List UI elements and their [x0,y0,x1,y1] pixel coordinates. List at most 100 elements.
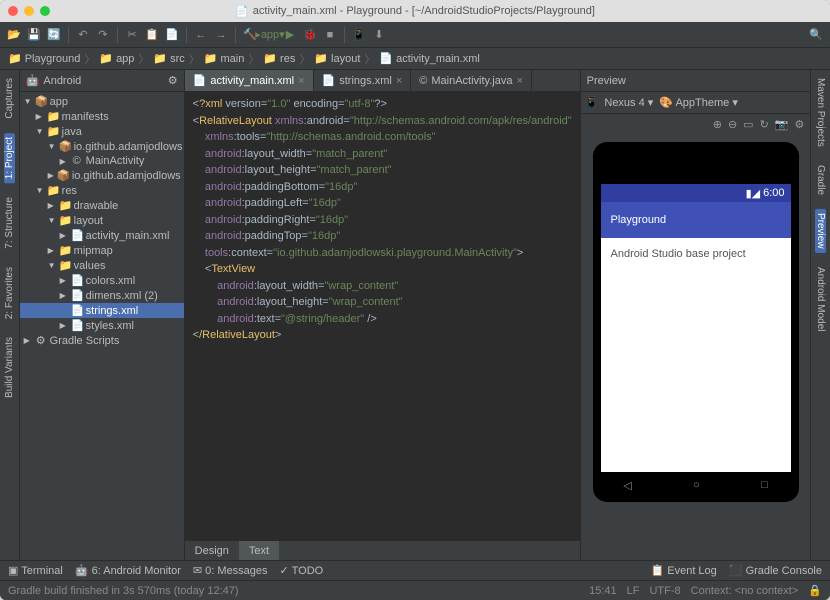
rail-captures[interactable]: Captures [4,74,15,123]
window-title: 📄 activity_main.xml - Playground - [~/An… [235,5,595,18]
breadcrumb-item[interactable]: 📁app [97,52,136,65]
line-ending[interactable]: LF [627,585,640,597]
tree-item[interactable]: ▶📄colors.xml [20,273,184,288]
zoom-fit-icon[interactable]: ▭ [743,118,753,131]
tree-item[interactable]: ▼📦app [20,94,184,109]
cursor-position: 15:41 [589,585,617,597]
status-message: Gradle build finished in 3s 570ms (today… [8,585,239,597]
minimize-window-button[interactable] [24,6,34,16]
search-icon[interactable]: 🔍 [808,27,824,43]
preview-zoom-bar: ⊕ ⊖ ▭ ↻ 📷 ⚙ [581,114,811,134]
settings-icon[interactable]: ⚙ [794,118,804,131]
sync-icon[interactable]: 🔄 [46,27,62,43]
breadcrumb-item[interactable]: 📁src [151,52,186,65]
rail-favorites[interactable]: 2: Favorites [4,263,15,323]
tree-item[interactable]: ▶📁drawable [20,198,184,213]
breadcrumb-item[interactable]: 📁main [202,52,247,65]
lock-icon[interactable]: 🔒 [808,584,822,597]
breadcrumb-item[interactable]: 📁layout [312,52,362,65]
gradle-console-button[interactable]: ⬛ Gradle Console [729,564,822,577]
home-nav-icon: ○ [693,479,700,491]
copy-icon[interactable]: 📋 [144,27,160,43]
tab-mainactivity[interactable]: ©MainActivity.java× [411,70,532,91]
save-icon[interactable]: 💾 [26,27,42,43]
main-area: Captures 1: Project 7: Structure 2: Favo… [0,70,830,560]
rail-maven[interactable]: Maven Projects [815,74,826,151]
tree-item[interactable]: ▼📁values [20,258,184,273]
messages-button[interactable]: ✉ 0: Messages [193,564,268,577]
text-tab[interactable]: Text [239,541,279,560]
rail-project[interactable]: 1: Project [4,133,15,183]
code-editor[interactable]: <?xml version="1.0" encoding="utf-8"?><R… [185,92,580,540]
debug-icon[interactable]: 🐞 [302,27,318,43]
project-panel-header[interactable]: 🤖 Android ⚙ [20,70,184,92]
tree-item[interactable]: ▶📁mipmap [20,243,184,258]
open-icon[interactable]: 📂 [6,27,22,43]
main-toolbar: 📂 💾 🔄 ↶ ↷ ✂ 📋 📄 ← → 🔨 ▸app▾ ▶ 🐞 ■ 📱 ⬇ 🔍 [0,22,830,48]
cut-icon[interactable]: ✂ [124,27,140,43]
preview-body: ▮◢ 6:00 Playground Android Studio base p… [581,134,811,560]
run-config-icon[interactable]: ▸app▾ [262,27,278,43]
tree-item[interactable]: ▶⚙Gradle Scripts [20,333,184,348]
zoom-out-icon[interactable]: ⊖ [728,118,737,131]
tree-item[interactable]: ▶📦io.github.adamjodlows [20,168,184,183]
todo-button[interactable]: ✓ TODO [280,564,324,577]
run-icon[interactable]: ▶ [282,27,298,43]
back-icon[interactable]: ← [193,27,209,43]
screenshot-icon[interactable]: 📷 [775,118,789,131]
editor-area: 📄activity_main.xml× 📄strings.xml× ©MainA… [185,70,580,560]
close-window-button[interactable] [8,6,18,16]
rail-android-model[interactable]: Android Model [815,263,826,335]
tree-item[interactable]: ▶📄styles.xml [20,318,184,333]
gear-icon[interactable]: ⚙ [168,74,178,87]
android-monitor-button[interactable]: 🤖 6: Android Monitor [75,564,181,577]
rail-preview[interactable]: Preview [815,209,826,253]
tree-item[interactable]: ▶©MainActivity [20,154,184,168]
tab-activity-main[interactable]: 📄activity_main.xml× [185,70,314,91]
device-frame: ▮◢ 6:00 Playground Android Studio base p… [593,142,799,502]
file-encoding[interactable]: UTF-8 [649,585,680,597]
theme-selector[interactable]: 🎨 AppTheme ▾ [659,96,738,109]
zoom-in-icon[interactable]: ⊕ [713,118,722,131]
left-tool-rail: Captures 1: Project 7: Structure 2: Favo… [0,70,20,560]
maximize-window-button[interactable] [40,6,50,16]
tree-item[interactable]: ▶📁manifests [20,109,184,124]
phone-content: Android Studio base project [601,238,791,472]
rail-gradle[interactable]: Gradle [815,161,826,199]
tree-item[interactable]: ▼📁layout [20,213,184,228]
project-tree[interactable]: ▼📦app▶📁manifests▼📁java▼📦io.github.adamjo… [20,92,184,560]
rail-build-variants[interactable]: Build Variants [4,333,15,402]
tree-item[interactable]: ▼📁res [20,183,184,198]
tree-item[interactable]: ▶📄dimens.xml (2) [20,288,184,303]
paste-icon[interactable]: 📄 [164,27,180,43]
close-tab-icon[interactable]: × [396,75,402,87]
close-tab-icon[interactable]: × [298,75,304,87]
recent-nav-icon: □ [761,479,768,491]
redo-icon[interactable]: ↷ [95,27,111,43]
status-bar: Gradle build finished in 3s 570ms (today… [0,580,830,600]
android-icon: 🤖 [26,74,40,87]
titlebar: 📄 activity_main.xml - Playground - [~/An… [0,0,830,22]
close-tab-icon[interactable]: × [516,75,522,87]
breadcrumb-item[interactable]: 📁res [261,52,297,65]
refresh-icon[interactable]: ↻ [760,118,769,131]
breadcrumb-item[interactable]: 📁Playground [6,52,82,65]
terminal-button[interactable]: ▣ Terminal [8,564,63,577]
event-log-button[interactable]: 📋 Event Log [650,564,716,577]
rail-structure[interactable]: 7: Structure [4,193,15,253]
tree-item[interactable]: ▼📁java [20,124,184,139]
undo-icon[interactable]: ↶ [75,27,91,43]
breadcrumb-item[interactable]: 📄activity_main.xml [377,52,481,65]
stop-icon[interactable]: ■ [322,27,338,43]
sdk-icon[interactable]: ⬇ [371,27,387,43]
tree-item[interactable]: 📄strings.xml [20,303,184,318]
design-tab[interactable]: Design [185,541,239,560]
context-indicator[interactable]: Context: <no context> [691,585,799,597]
device-selector[interactable]: Nexus 4 ▾ [604,96,653,109]
forward-icon[interactable]: → [213,27,229,43]
tree-item[interactable]: ▼📦io.github.adamjodlows [20,139,184,154]
editor-mode-tabs: Design Text [185,540,580,560]
tab-strings[interactable]: 📄strings.xml× [314,70,412,91]
tree-item[interactable]: ▶📄activity_main.xml [20,228,184,243]
avd-icon[interactable]: 📱 [351,27,367,43]
